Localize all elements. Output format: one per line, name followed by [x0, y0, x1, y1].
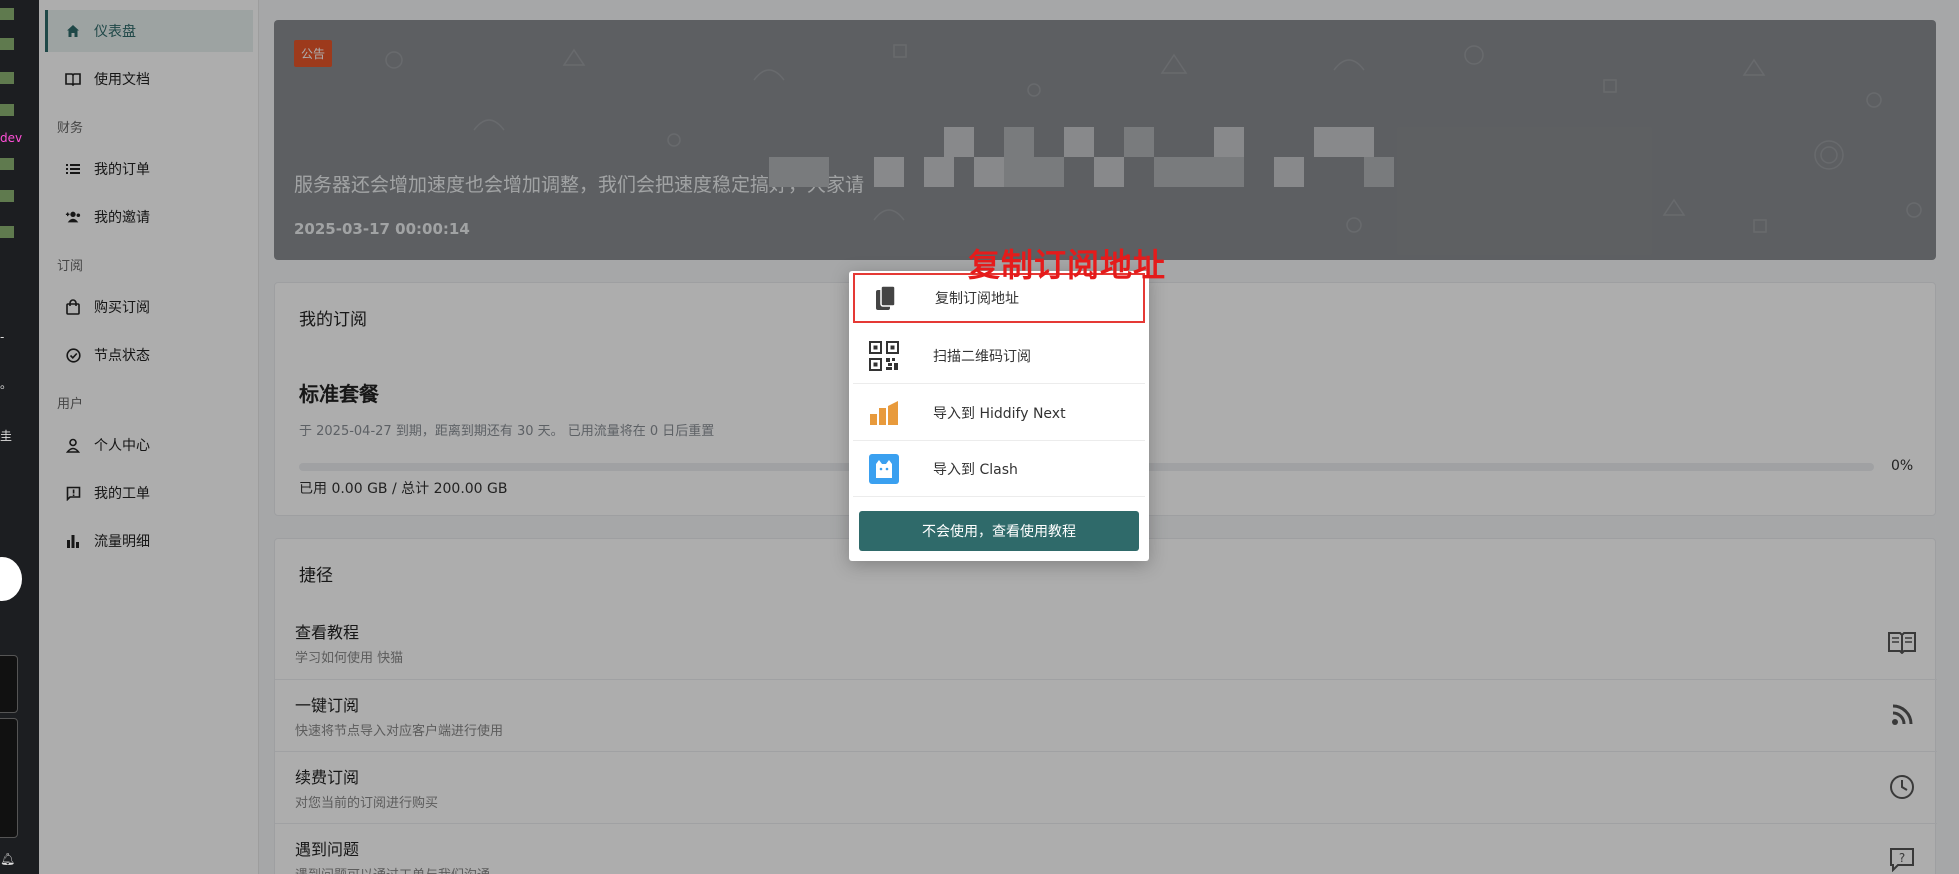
view-tutorial-button[interactable]: 不会使用，查看使用教程	[859, 511, 1139, 551]
qrcode-icon	[867, 340, 901, 372]
bell-icon: 🔔︎	[0, 852, 16, 866]
annotation-label: 复制订阅地址	[968, 246, 1167, 284]
import-hiddify-option[interactable]: 导入到 Hiddify Next	[853, 385, 1145, 441]
option-label: 导入到 Hiddify Next	[933, 405, 1066, 422]
option-label: 导入到 Clash	[933, 461, 1018, 478]
option-label: 扫描二维码订阅	[933, 348, 1031, 365]
option-label: 复制订阅地址	[935, 291, 1019, 307]
background-window-edge: dev - 。 圭 🔔︎	[0, 0, 39, 874]
scan-qrcode-option[interactable]: 扫描二维码订阅	[853, 328, 1145, 384]
subscribe-popup: 复制订阅地址 扫描二维码订阅 导入到 Hiddify Next 导入到 Clas…	[849, 271, 1149, 561]
clash-cat-icon	[867, 453, 901, 485]
import-clash-option[interactable]: 导入到 Clash	[853, 441, 1145, 497]
hiddify-icon	[867, 397, 901, 429]
copy-icon	[869, 282, 903, 314]
